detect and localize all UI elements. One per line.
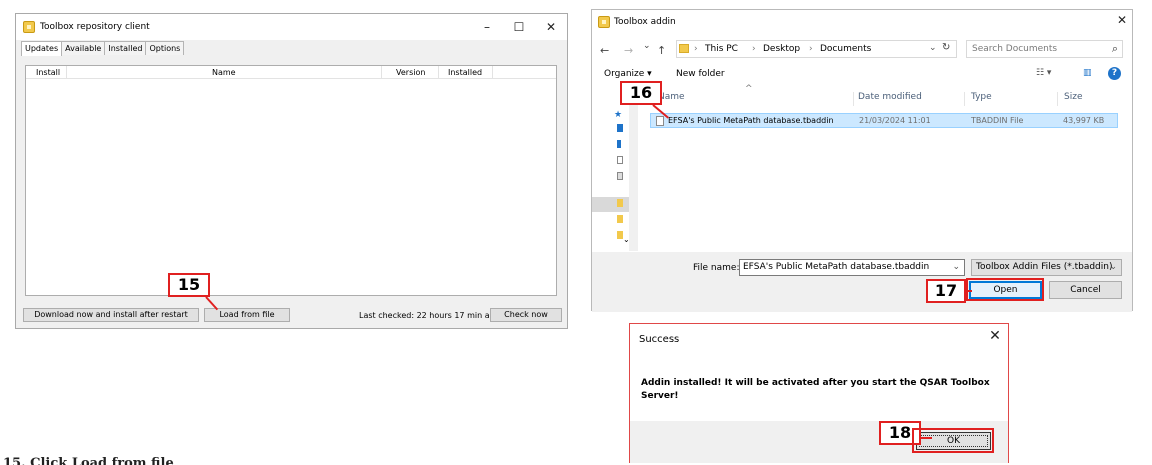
close-button[interactable]: ✕ bbox=[980, 327, 1010, 345]
documents-icon[interactable] bbox=[617, 156, 623, 164]
column-divider bbox=[1057, 92, 1058, 106]
column-divider bbox=[438, 66, 439, 79]
column-divider bbox=[964, 92, 965, 106]
column-size[interactable]: Size bbox=[1064, 92, 1082, 102]
breadcrumb-desktop[interactable]: Desktop bbox=[763, 44, 800, 54]
check-now-button[interactable]: Check now bbox=[490, 308, 562, 322]
tab-installed[interactable]: Installed bbox=[104, 41, 147, 55]
maximize-button[interactable]: ☐ bbox=[504, 18, 534, 36]
navigation-pane[interactable]: ★ ⌄ bbox=[592, 86, 630, 251]
column-divider bbox=[381, 66, 382, 79]
file-row-selected[interactable]: EFSA's Public MetaPath database.tbaddin … bbox=[650, 113, 1118, 128]
cancel-button[interactable]: Cancel bbox=[1049, 281, 1122, 299]
repository-client-window: Toolbox repository client – ☐ ✕ Updates … bbox=[15, 13, 568, 329]
file-size: 43,997 KB bbox=[1063, 116, 1105, 125]
sort-ascending-icon: ^ bbox=[745, 84, 753, 94]
pictures-icon[interactable] bbox=[617, 172, 623, 180]
organize-menu[interactable]: Organize ▾ bbox=[604, 69, 652, 79]
close-button[interactable]: ✕ bbox=[1107, 11, 1137, 29]
folder-icon[interactable] bbox=[617, 215, 623, 223]
breadcrumb-separator: › bbox=[694, 44, 698, 54]
step-caption: 15. Click Load from file bbox=[3, 456, 174, 465]
window-title: Toolbox repository client bbox=[40, 22, 150, 32]
file-name-input[interactable]: EFSA's Public MetaPath database.tbaddin … bbox=[739, 259, 965, 276]
column-version[interactable]: Version bbox=[396, 68, 425, 77]
file-name-label: File name: bbox=[693, 263, 740, 273]
file-type-filter[interactable]: Toolbox Addin Files (*.tbaddin) ⌄ bbox=[971, 259, 1122, 276]
minimize-button[interactable]: – bbox=[472, 18, 502, 36]
load-from-file-button[interactable]: Load from file bbox=[204, 308, 290, 322]
back-arrow-icon[interactable]: ← bbox=[600, 44, 609, 57]
forward-arrow-icon[interactable]: → bbox=[624, 44, 633, 57]
chevron-down-icon[interactable]: ⌄ bbox=[952, 262, 960, 272]
downloads-icon[interactable] bbox=[617, 140, 621, 148]
chevron-down-icon[interactable]: ⌄ bbox=[1109, 262, 1117, 272]
toolbox-app-icon bbox=[598, 16, 610, 28]
column-divider bbox=[853, 92, 854, 106]
desktop-icon[interactable] bbox=[617, 124, 623, 132]
breadcrumb-separator: › bbox=[809, 44, 813, 54]
download-install-button[interactable]: Download now and install after restart bbox=[23, 308, 199, 322]
step-17-callout: 17 bbox=[926, 279, 966, 303]
breadcrumb-documents[interactable]: Documents bbox=[820, 44, 871, 54]
breadcrumb-this-pc[interactable]: This PC bbox=[705, 44, 738, 54]
column-divider bbox=[492, 66, 493, 79]
ok-button-highlight bbox=[912, 428, 994, 453]
recent-locations-chevron-icon[interactable]: ⌄ bbox=[643, 41, 651, 51]
file-type-filter-value: Toolbox Addin Files (*.tbaddin) bbox=[976, 262, 1113, 272]
preview-pane-icon[interactable]: ▥ bbox=[1083, 68, 1092, 78]
tab-available[interactable]: Available bbox=[61, 41, 106, 55]
column-type[interactable]: Type bbox=[971, 92, 992, 102]
file-name-value: EFSA's Public MetaPath database.tbaddin bbox=[743, 262, 930, 272]
toolbox-addin-dialog: Toolbox addin ✕ ← → ⌄ ↑ › This PC › Desk… bbox=[591, 9, 1133, 312]
toolbox-app-icon bbox=[23, 21, 35, 33]
folder-icon bbox=[679, 44, 689, 53]
quick-access-star-icon[interactable]: ★ bbox=[614, 110, 622, 120]
tab-options[interactable]: Options bbox=[145, 41, 185, 55]
up-arrow-icon[interactable]: ↑ bbox=[657, 44, 666, 57]
column-divider bbox=[66, 66, 67, 79]
search-icon: ⌕ bbox=[1111, 42, 1118, 55]
file-name: EFSA's Public MetaPath database.tbaddin bbox=[668, 116, 834, 125]
tab-updates[interactable]: Updates bbox=[21, 41, 63, 56]
tab-strip: Updates Available Installed Options bbox=[21, 41, 185, 56]
address-dropdown-icon[interactable]: ⌄ bbox=[929, 43, 937, 53]
search-box[interactable]: Search Documents ⌕ bbox=[966, 40, 1123, 58]
address-bar[interactable]: › This PC › Desktop › Documents ⌄ ↻ bbox=[676, 40, 957, 58]
success-message: Addin installed! It will be activated af… bbox=[641, 378, 990, 401]
help-icon[interactable]: ? bbox=[1108, 67, 1121, 80]
view-options-icon[interactable]: ☷ ▾ bbox=[1036, 68, 1051, 78]
folder-icon[interactable] bbox=[617, 199, 623, 207]
search-placeholder: Search Documents bbox=[972, 44, 1058, 54]
nav-selected-item[interactable] bbox=[592, 197, 629, 212]
updates-list[interactable]: Install Name Version Installed bbox=[25, 65, 557, 296]
nav-scrollbar[interactable] bbox=[629, 100, 638, 251]
column-installed[interactable]: Installed bbox=[448, 68, 482, 77]
step-16-callout: 16 bbox=[620, 81, 662, 105]
breadcrumb-separator: › bbox=[752, 44, 756, 54]
file-type: TBADDIN File bbox=[971, 116, 1024, 125]
close-button[interactable]: ✕ bbox=[536, 18, 566, 36]
new-folder-button[interactable]: New folder bbox=[676, 69, 725, 79]
title-bar: Toolbox repository client – ☐ ✕ bbox=[16, 14, 567, 40]
column-install[interactable]: Install bbox=[36, 68, 60, 77]
refresh-icon[interactable]: ↻ bbox=[942, 42, 950, 53]
step-15-callout: 15 bbox=[168, 273, 210, 297]
file-icon bbox=[656, 116, 664, 126]
column-date-modified[interactable]: Date modified bbox=[858, 92, 922, 102]
dialog-title: Success bbox=[639, 334, 680, 345]
list-header: Install Name Version Installed bbox=[26, 66, 556, 79]
file-date: 21/03/2024 11:01 bbox=[859, 116, 931, 125]
open-button-highlight bbox=[966, 278, 1044, 301]
column-name[interactable]: Name bbox=[212, 68, 236, 77]
last-checked-status: Last checked: 22 hours 17 min ago bbox=[359, 311, 500, 320]
dialog-title: Toolbox addin bbox=[614, 17, 676, 27]
